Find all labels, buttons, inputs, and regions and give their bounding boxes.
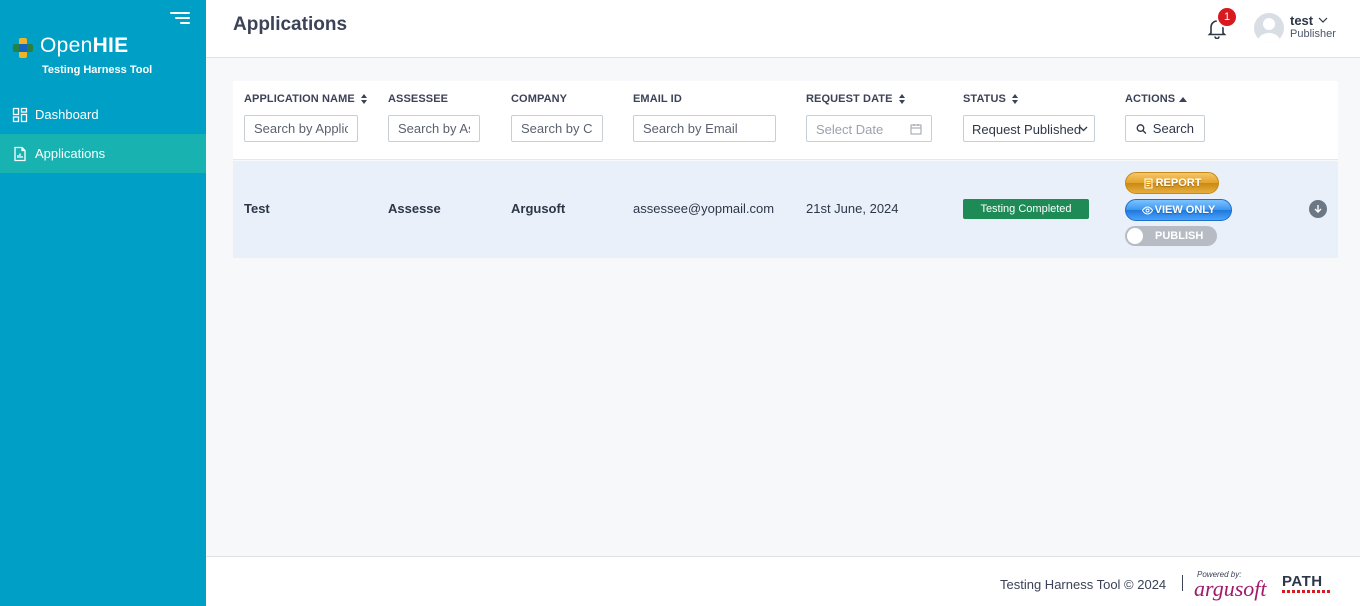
path-logo[interactable]: PATH — [1282, 573, 1323, 590]
document-chart-icon — [14, 146, 26, 161]
date-placeholder: Select Date — [816, 122, 884, 137]
cell-email: assessee@yopmail.com — [633, 201, 775, 216]
user-menu[interactable]: test Publisher — [1254, 12, 1354, 46]
report-button[interactable]: REPORT — [1125, 172, 1219, 194]
sort-icon[interactable] — [1011, 94, 1018, 104]
calendar-icon — [910, 124, 922, 135]
user-name: test — [1290, 13, 1314, 28]
cell-company: Argusoft — [511, 201, 566, 216]
sidebar: OpenHIE Testing Harness Tool Dashboard A… — [0, 0, 206, 606]
application-name-search-input[interactable] — [244, 115, 358, 142]
user-avatar-icon — [1258, 18, 1280, 43]
column-header-company: COMPANY — [511, 93, 568, 105]
cell-assessee: Assesse — [388, 201, 441, 216]
notification-badge: 1 — [1216, 6, 1238, 28]
table-row: Test Assesse Argusoft assessee@yopmail.c… — [233, 161, 1338, 258]
status-badge: Testing Completed — [963, 199, 1089, 219]
column-header-actions: ACTIONS — [1125, 93, 1188, 105]
request-date-picker[interactable]: Select Date — [806, 115, 932, 142]
chevron-down-icon — [1079, 126, 1088, 132]
column-header-status: STATUS — [963, 93, 1018, 105]
toggle-knob — [1127, 228, 1143, 244]
sidebar-item-label: Dashboard — [35, 107, 99, 122]
column-header-assessee: ASSESSEE — [388, 93, 449, 105]
openhie-mark-icon — [13, 38, 33, 58]
assessee-search-input[interactable] — [388, 115, 480, 142]
company-search-input[interactable] — [511, 115, 603, 142]
view-only-button[interactable]: VIEW ONLY — [1125, 199, 1232, 221]
status-selected: Request Published — [972, 122, 1082, 137]
search-icon — [1136, 123, 1147, 134]
top-header: Applications 1 test Publisher — [206, 0, 1360, 58]
logo-text: OpenHIE — [40, 34, 129, 57]
sort-icon[interactable] — [898, 94, 905, 104]
publish-toggle[interactable]: PUBLISH — [1125, 226, 1217, 246]
footer: Testing Harness Tool © 2024 Powered by: … — [206, 556, 1360, 606]
avatar — [1254, 13, 1284, 43]
arrow-down-icon — [1314, 205, 1322, 213]
document-icon — [1144, 178, 1153, 188]
expand-row-icon[interactable] — [1309, 200, 1327, 218]
eye-icon — [1141, 205, 1153, 215]
cell-request-date: 21st June, 2024 — [806, 201, 899, 216]
search-button[interactable]: Search — [1125, 115, 1205, 142]
column-header-email-id: EMAIL ID — [633, 93, 682, 105]
sidebar-item-dashboard[interactable]: Dashboard — [0, 95, 206, 134]
menu-toggle-icon[interactable] — [168, 10, 190, 26]
email-search-input[interactable] — [633, 115, 776, 142]
path-logo-underline — [1282, 590, 1330, 593]
status-dropdown[interactable]: Request Published — [963, 115, 1095, 142]
user-role: Publisher — [1290, 28, 1336, 40]
sidebar-nav: Dashboard Applications — [0, 95, 206, 173]
column-header-request-date: REQUEST DATE — [806, 93, 905, 105]
page-title: Applications — [233, 14, 348, 35]
sidebar-item-applications[interactable]: Applications — [0, 134, 206, 173]
sidebar-item-label: Applications — [35, 146, 106, 161]
column-header-application-name: APPLICATION NAME — [244, 93, 367, 105]
sort-ascending-icon[interactable] — [1179, 96, 1188, 102]
cell-application-name: Test — [244, 201, 270, 216]
dashboard-icon — [12, 107, 28, 122]
publish-label: PUBLISH — [1155, 230, 1204, 242]
footer-copyright: Testing Harness Tool © 2024 — [1000, 577, 1167, 592]
argusoft-logo[interactable]: argusoft — [1194, 576, 1267, 602]
logo-subtitle: Testing Harness Tool — [42, 64, 153, 76]
chevron-down-icon — [1318, 17, 1328, 23]
footer-divider — [1182, 575, 1183, 591]
table-header: APPLICATION NAME ASSESSEE COMPANY EMAIL … — [233, 81, 1338, 160]
openhie-logo[interactable]: OpenHIE Testing Harness Tool — [12, 34, 192, 78]
sort-icon[interactable] — [360, 94, 367, 104]
applications-table: APPLICATION NAME ASSESSEE COMPANY EMAIL … — [233, 81, 1338, 258]
